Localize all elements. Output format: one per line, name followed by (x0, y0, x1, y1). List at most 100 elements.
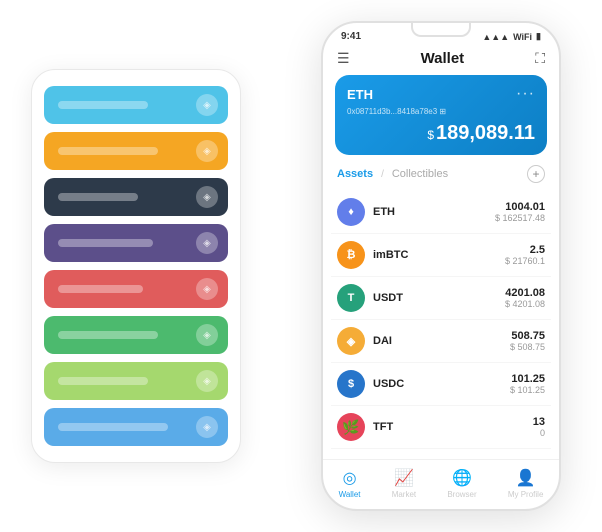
stack-item-5[interactable]: ◈ (44, 270, 228, 308)
usdt-name: USDT (373, 292, 505, 304)
item-icon-6: ◈ (196, 324, 218, 346)
nav-item-browser[interactable]: 🌐 Browser (447, 468, 476, 499)
item-line-5 (58, 285, 143, 293)
item-line-1 (58, 101, 148, 109)
item-line-2 (58, 147, 158, 155)
token-item-eth[interactable]: ♦ ETH 1004.01 $ 162517.48 (331, 191, 551, 234)
eth-balance: 1004.01 (495, 201, 545, 213)
item-icon-1: ◈ (196, 94, 218, 116)
imbtc-balance: 2.5 (505, 244, 545, 256)
eth-amount-prefix: $ (427, 128, 434, 142)
assets-tabs: Assets / Collectibles (337, 168, 448, 180)
eth-name: ETH (373, 206, 495, 218)
item-line-4 (58, 239, 153, 247)
usdc-usd: $ 101.25 (510, 385, 545, 395)
eth-card-label: ETH (347, 87, 373, 102)
token-item-usdc[interactable]: $ USDC 101.25 $ 101.25 (331, 363, 551, 406)
signal-icon: ▲▲▲ (482, 32, 509, 42)
dai-balance: 508.75 (510, 330, 545, 342)
usdc-name: USDC (373, 378, 510, 390)
market-nav-label: Market (392, 490, 416, 499)
usdt-usd: $ 4201.08 (505, 299, 545, 309)
eth-address: 0x08711d3b...8418a78e3 ⊞ (347, 107, 535, 116)
item-line-8 (58, 423, 168, 431)
page-title: Wallet (421, 50, 465, 67)
tab-collectibles[interactable]: Collectibles (392, 168, 448, 180)
dai-usd: $ 508.75 (510, 342, 545, 352)
usdt-logo: T (337, 284, 365, 312)
item-icon-3: ◈ (196, 186, 218, 208)
item-icon-5: ◈ (196, 278, 218, 300)
wallet-nav-label: Wallet (339, 490, 361, 499)
usdc-amounts: 101.25 $ 101.25 (510, 373, 545, 395)
usdc-logo: $ (337, 370, 365, 398)
tft-logo: 🌿 (337, 413, 365, 441)
stack-item-2[interactable]: ◈ (44, 132, 228, 170)
nav-item-profile[interactable]: 👤 My Profile (508, 468, 544, 499)
stack-item-7[interactable]: ◈ (44, 362, 228, 400)
item-icon-8: ◈ (196, 416, 218, 438)
imbtc-usd: $ 21760.1 (505, 256, 545, 266)
stack-item-3[interactable]: ◈ (44, 178, 228, 216)
scan-icon[interactable]: ⛶ (535, 50, 545, 67)
card-stack: ◈ ◈ ◈ ◈ ◈ ◈ ◈ ◈ (31, 69, 241, 463)
usdc-balance: 101.25 (510, 373, 545, 385)
stack-item-8[interactable]: ◈ (44, 408, 228, 446)
wifi-icon: WiFi (513, 32, 532, 42)
eth-amount-value: 189,089.11 (436, 122, 535, 144)
scene: ◈ ◈ ◈ ◈ ◈ ◈ ◈ ◈ (11, 11, 591, 521)
tft-name: TFT (373, 421, 533, 433)
profile-nav-label: My Profile (508, 490, 544, 499)
stack-item-6[interactable]: ◈ (44, 316, 228, 354)
battery-icon: ▮ (536, 31, 541, 42)
phone-mockup: 9:41 ▲▲▲ WiFi ▮ ☰ Wallet ⛶ ETH ··· 0x087… (321, 21, 561, 511)
tft-balance: 13 (533, 416, 545, 428)
stack-item-1[interactable]: ◈ (44, 86, 228, 124)
nav-item-market[interactable]: 📈 Market (392, 468, 416, 499)
token-item-imbtc[interactable]: ₿ imBTC 2.5 $ 21760.1 (331, 234, 551, 277)
phone-notch (411, 23, 471, 37)
status-time: 9:41 (341, 31, 361, 42)
browser-nav-label: Browser (447, 490, 476, 499)
tab-divider: / (381, 169, 384, 180)
eth-card-amount: $189,089.11 (347, 122, 535, 145)
imbtc-logo: ₿ (337, 241, 365, 269)
dai-logo: ◈ (337, 327, 365, 355)
eth-card[interactable]: ETH ··· 0x08711d3b...8418a78e3 ⊞ $189,08… (335, 75, 547, 155)
wallet-nav-icon: ◎ (343, 468, 357, 488)
dai-amounts: 508.75 $ 508.75 (510, 330, 545, 352)
item-line-7 (58, 377, 148, 385)
profile-nav-icon: 👤 (516, 468, 536, 488)
nav-item-wallet[interactable]: ◎ Wallet (339, 468, 361, 499)
item-icon-4: ◈ (196, 232, 218, 254)
eth-card-dots[interactable]: ··· (516, 85, 535, 103)
imbtc-name: imBTC (373, 249, 505, 261)
top-nav: ☰ Wallet ⛶ (323, 46, 559, 75)
eth-logo: ♦ (337, 198, 365, 226)
stack-item-4[interactable]: ◈ (44, 224, 228, 262)
hamburger-icon[interactable]: ☰ (337, 50, 350, 67)
tft-amounts: 13 0 (533, 416, 545, 438)
token-item-tft[interactable]: 🌿 TFT 13 0 (331, 406, 551, 449)
add-token-button[interactable]: + (527, 165, 545, 183)
tft-usd: 0 (533, 428, 545, 438)
item-icon-7: ◈ (196, 370, 218, 392)
assets-header: Assets / Collectibles + (323, 165, 559, 191)
status-icons: ▲▲▲ WiFi ▮ (482, 31, 541, 42)
browser-nav-icon: 🌐 (452, 468, 472, 488)
usdt-amounts: 4201.08 $ 4201.08 (505, 287, 545, 309)
token-list: ♦ ETH 1004.01 $ 162517.48 ₿ imBTC 2.5 $ … (323, 191, 559, 459)
item-line-3 (58, 193, 138, 201)
usdt-balance: 4201.08 (505, 287, 545, 299)
eth-usd: $ 162517.48 (495, 213, 545, 223)
dai-name: DAI (373, 335, 510, 347)
bottom-nav: ◎ Wallet 📈 Market 🌐 Browser 👤 My Profile (323, 459, 559, 509)
imbtc-amounts: 2.5 $ 21760.1 (505, 244, 545, 266)
item-icon-2: ◈ (196, 140, 218, 162)
market-nav-icon: 📈 (394, 468, 414, 488)
eth-card-header: ETH ··· (347, 85, 535, 103)
token-item-dai[interactable]: ◈ DAI 508.75 $ 508.75 (331, 320, 551, 363)
eth-amounts: 1004.01 $ 162517.48 (495, 201, 545, 223)
tab-assets[interactable]: Assets (337, 168, 373, 180)
token-item-usdt[interactable]: T USDT 4201.08 $ 4201.08 (331, 277, 551, 320)
